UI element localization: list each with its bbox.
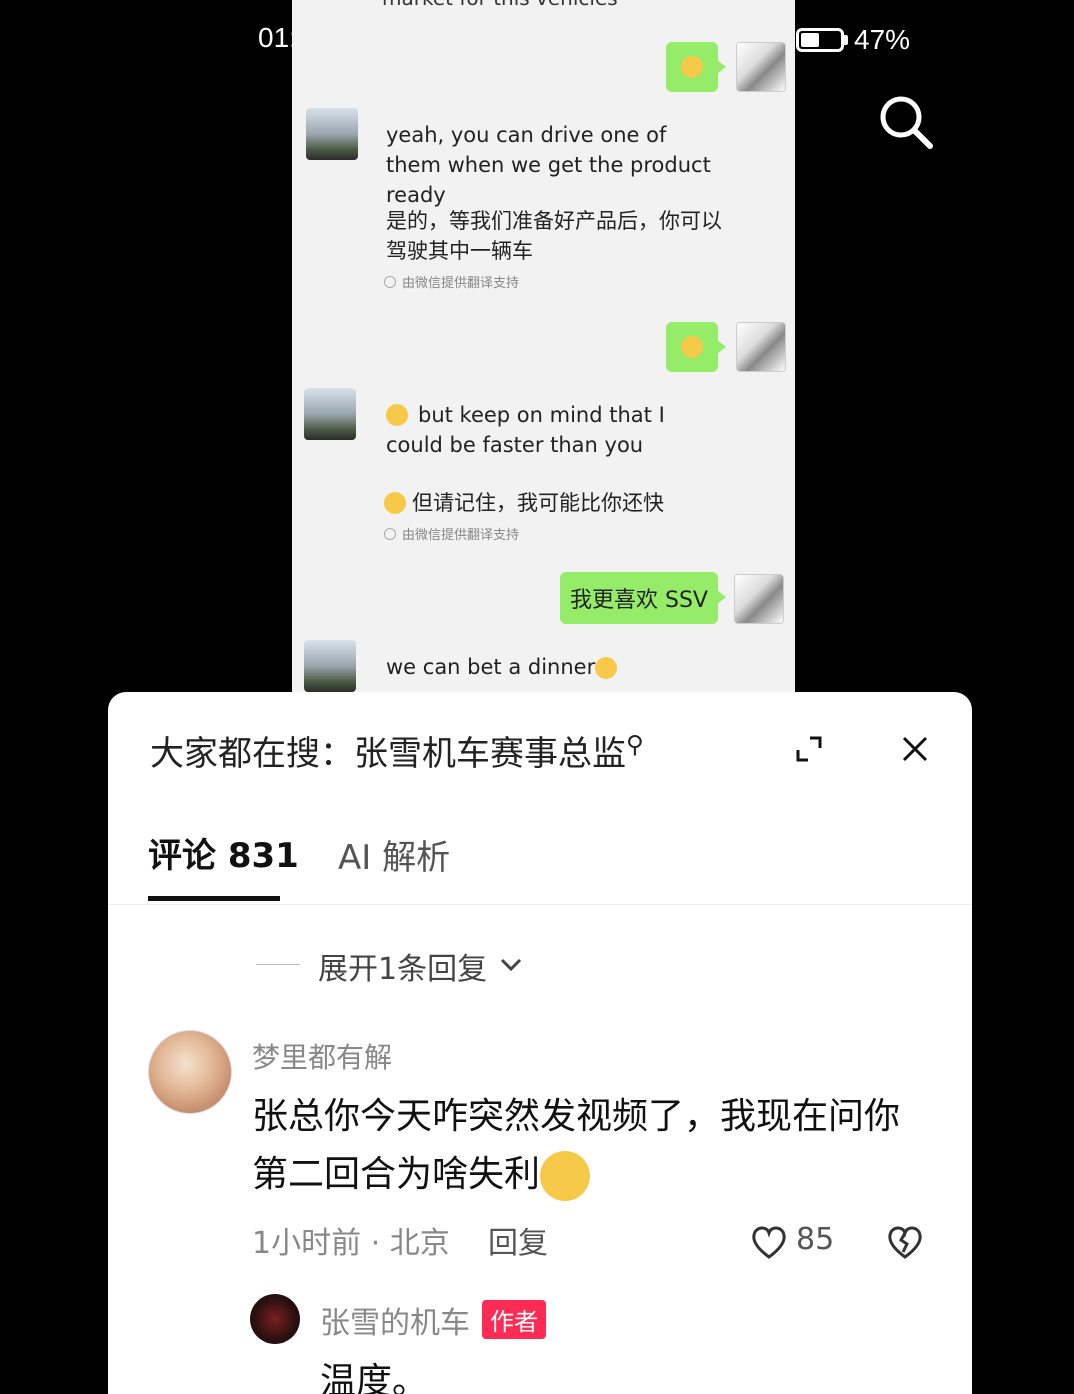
search-icon: ⚲ — [626, 730, 644, 759]
battery-fill — [801, 33, 819, 47]
expand-icon[interactable] — [794, 734, 824, 764]
translation-note: 由微信提供翻译支持 — [384, 272, 519, 291]
reply-button[interactable]: 回复 — [488, 1218, 548, 1262]
battery-tip — [844, 35, 848, 45]
battery-percent: 47% — [854, 24, 911, 55]
divider — [256, 964, 300, 965]
avatar — [736, 322, 786, 372]
divider — [108, 904, 972, 905]
emoji-icon — [386, 404, 408, 426]
sent-emoji-bubble — [666, 42, 726, 92]
message-english: yeah, you can drive one of them when we … — [386, 123, 711, 207]
message-english: but keep on mind that I could be faster … — [386, 403, 665, 457]
avatar — [304, 640, 356, 692]
chevron-down-icon[interactable] — [500, 958, 522, 972]
search-icon[interactable] — [876, 92, 936, 152]
tab-underline — [148, 896, 280, 901]
info-icon — [384, 275, 396, 288]
tab-ai-analysis[interactable]: AI 解析 — [338, 830, 450, 879]
expand-replies-button[interactable]: 展开1条回复 — [318, 944, 487, 988]
translation-note: 由微信提供翻译支持 — [384, 524, 519, 543]
emoji-icon — [681, 56, 703, 78]
avatar — [736, 42, 786, 92]
close-icon[interactable] — [900, 734, 930, 764]
info-icon — [384, 527, 396, 540]
chat-screenshot: market for this vehicles yeah, you can d… — [292, 0, 795, 700]
message-chinese: 但请记住，我可能比你还快 — [412, 491, 664, 515]
comment-meta: 1小时前 · 北京 — [252, 1226, 450, 1261]
sent-emoji-bubble — [666, 322, 726, 372]
heart-icon[interactable] — [750, 1224, 788, 1260]
battery-icon — [796, 28, 844, 52]
emoji-icon — [540, 1151, 591, 1201]
like-count: 85 — [796, 1222, 835, 1257]
trending-search[interactable]: 大家都在搜：张雪机车赛事总监⚲ — [150, 726, 644, 775]
avatar — [734, 574, 784, 624]
broken-heart-icon[interactable] — [886, 1224, 924, 1260]
avatar — [306, 108, 358, 160]
sent-message-bubble: 我更喜欢 SSV — [560, 572, 726, 624]
avatar[interactable] — [148, 1030, 232, 1114]
avatar[interactable] — [250, 1294, 300, 1344]
emoji-icon — [384, 492, 406, 514]
comment-username[interactable]: 梦里都有解 — [252, 1036, 392, 1076]
author-badge: 作者 — [482, 1300, 546, 1339]
comment-text: 张总你今天咋突然发视频了，我现在问你第二回合为啥失利 — [252, 1088, 912, 1204]
comment-panel: 大家都在搜：张雪机车赛事总监⚲ 评论 831 AI 解析 展开1条回复 梦里都有… — [108, 692, 972, 1394]
reply-text: 温度。 — [320, 1361, 429, 1394]
chat-top-cut-text: market for this vehicles — [382, 0, 618, 10]
avatar — [304, 388, 356, 440]
emoji-icon — [595, 657, 618, 679]
message-english: we can bet a dinner — [386, 652, 726, 682]
reply-username[interactable]: 张雪的机车 — [320, 1298, 470, 1342]
tab-comments[interactable]: 评论 831 — [148, 828, 299, 877]
emoji-icon — [681, 336, 703, 358]
message-chinese: 是的，等我们准备好产品后，你可以驾驶其中一辆车 — [386, 209, 722, 263]
